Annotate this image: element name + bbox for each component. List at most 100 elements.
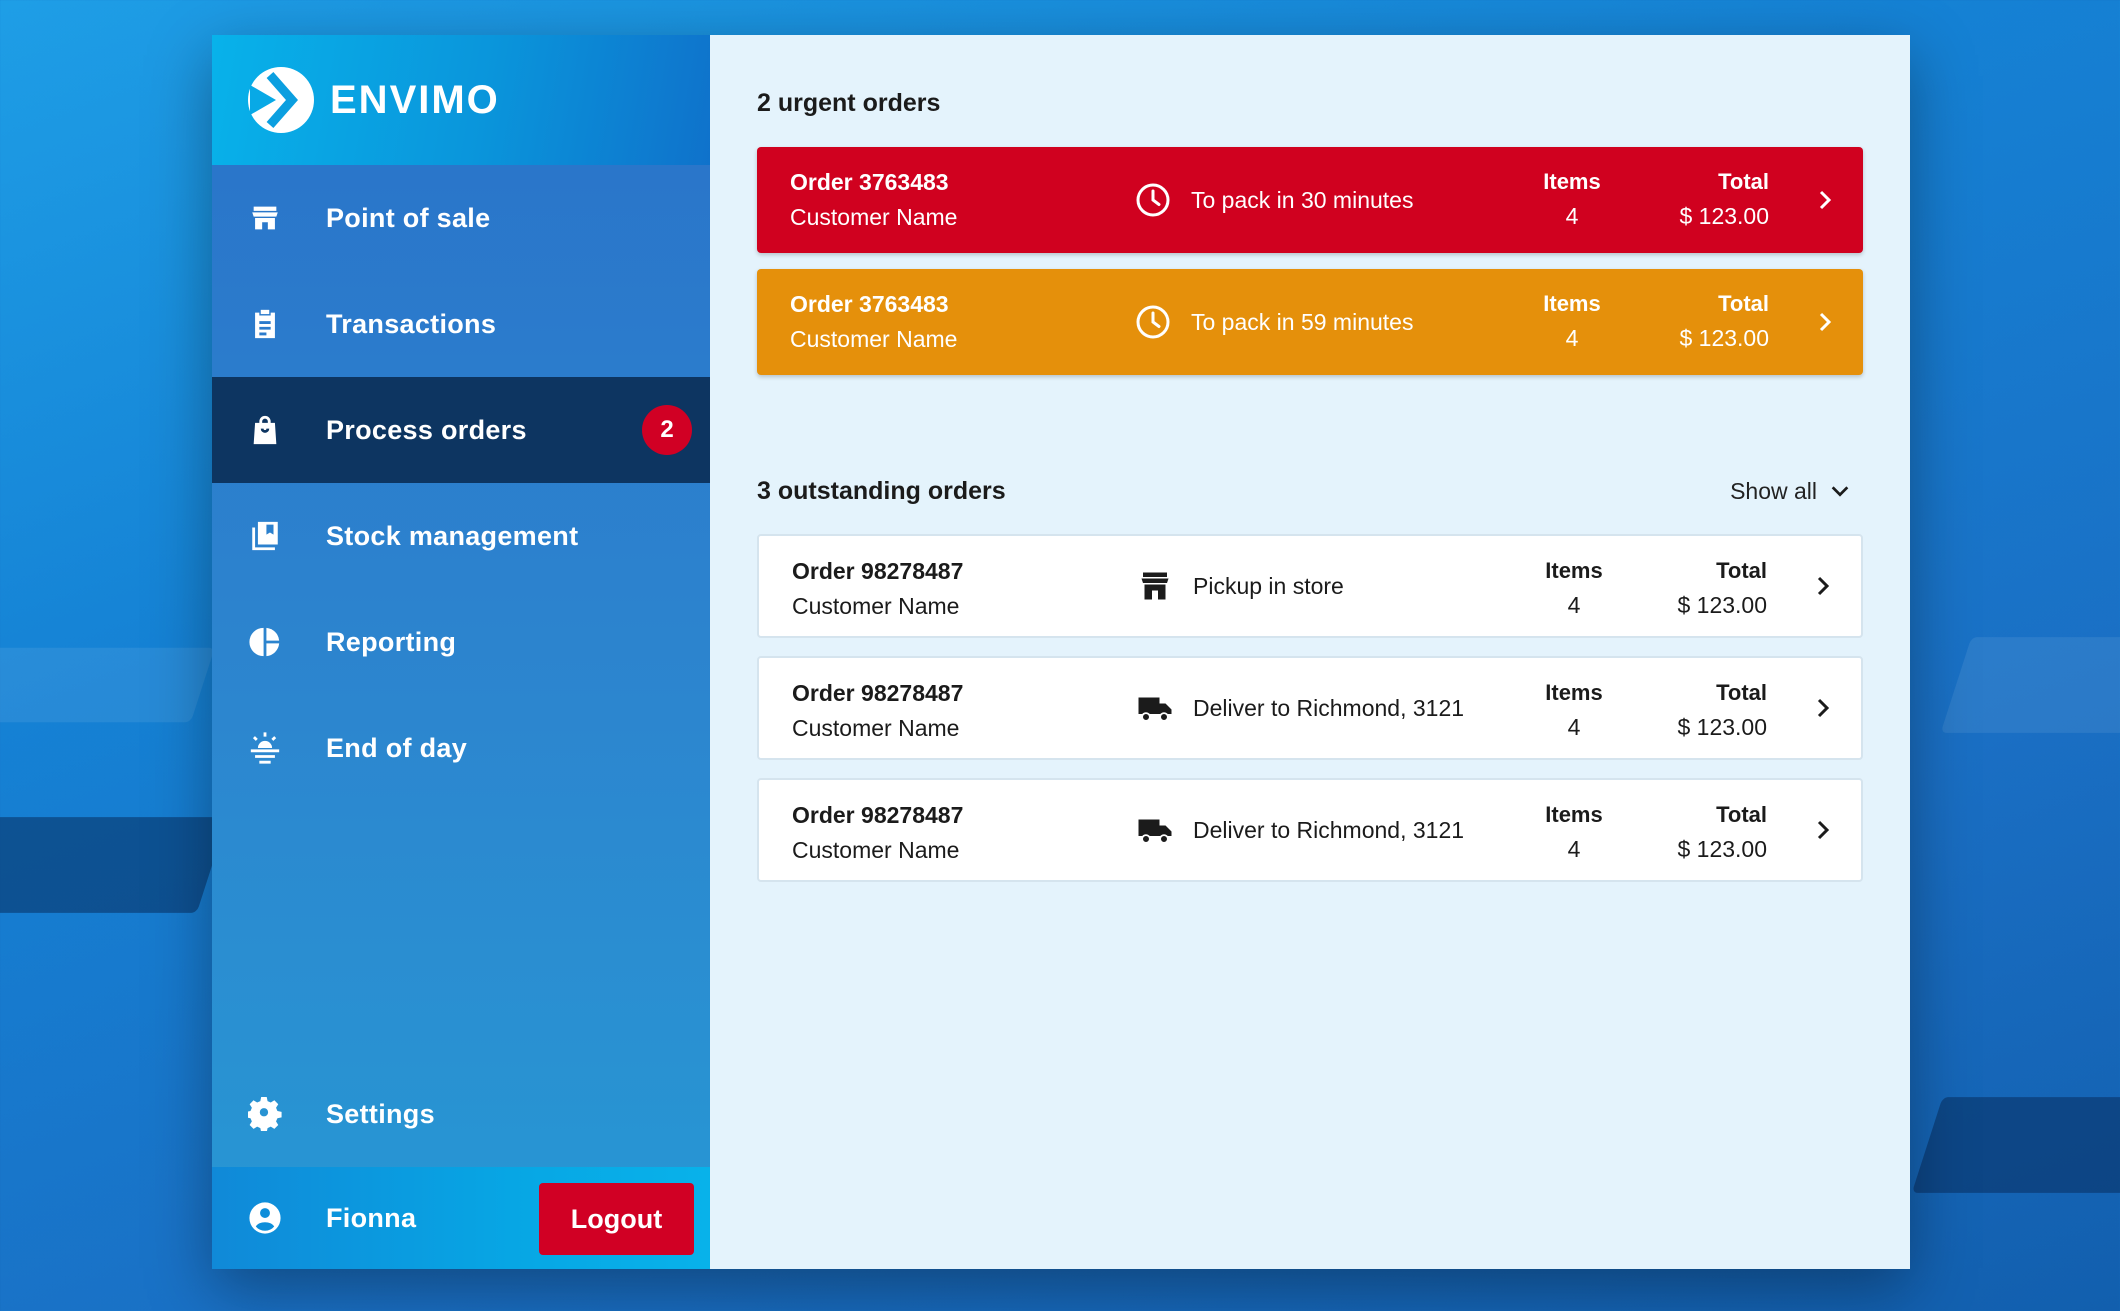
order-status-text: Deliver to Richmond, 3121	[1193, 816, 1465, 843]
truck-icon	[1138, 819, 1172, 844]
envimo-logo-icon	[248, 67, 314, 133]
sidebar-item-label: End of day	[326, 732, 468, 763]
user-name: Fionna	[326, 1202, 417, 1233]
outstanding-orders-title: 3 outstanding orders	[757, 476, 1006, 505]
order-identity: Order 3763483 Customer Name	[790, 169, 957, 231]
order-status: To pack in 59 minutes	[1135, 269, 1413, 375]
order-number: Order 3763483	[790, 291, 949, 317]
sidebar-item-label: Process orders	[326, 414, 527, 445]
sunset-icon	[248, 731, 282, 765]
outstanding-orders-list: Order 98278487 Customer Name Pickup in s…	[757, 534, 1863, 882]
order-items: Items 4	[1539, 680, 1609, 741]
background-panel	[1940, 637, 2120, 733]
background-panel	[0, 647, 215, 723]
total-amount: $ 123.00	[1677, 592, 1767, 618]
order-status-text: To pack in 59 minutes	[1191, 308, 1414, 335]
customer-name: Customer Name	[790, 326, 958, 352]
order-total: Total $ 123.00	[1677, 680, 1767, 741]
items-count: 4	[1565, 203, 1579, 229]
sidebar-item-transactions[interactable]: Transactions	[212, 271, 710, 377]
urgent-orders-header: 2 urgent orders	[757, 83, 1863, 123]
sidebar-item-label: Stock management	[326, 520, 579, 551]
customer-name: Customer Name	[792, 593, 960, 619]
notification-badge: 2	[642, 405, 692, 455]
order-items: Items 4	[1539, 802, 1609, 863]
order-status: Deliver to Richmond, 3121	[1137, 658, 1464, 758]
order-total: Total $ 123.00	[1677, 558, 1767, 619]
total-label: Total	[1716, 680, 1767, 705]
urgent-order-card[interactable]: Order 3763483 Customer Name To pack in 3…	[757, 147, 1863, 253]
sidebar-item-settings[interactable]: Settings	[212, 1061, 710, 1167]
store-icon	[248, 201, 282, 235]
outstanding-order-card[interactable]: Order 98278487 Customer Name Pickup in s…	[757, 534, 1863, 638]
order-number: Order 98278487	[792, 558, 964, 584]
outstanding-orders-header: 3 outstanding orders Show all	[757, 471, 1863, 511]
outstanding-order-card[interactable]: Order 98278487 Customer Name Deliver to …	[757, 778, 1863, 882]
sidebar-item-label: Reporting	[326, 626, 457, 657]
sidebar-nav: Point of sale Transactions Process order…	[212, 165, 710, 1167]
show-all-toggle[interactable]: Show all	[1730, 478, 1851, 505]
shopping-bag-icon	[248, 413, 282, 447]
chevron-right-icon	[1817, 576, 1830, 596]
order-identity: Order 98278487 Customer Name	[792, 558, 963, 620]
app-window: ENVIMO Point of sale Transactions Proces…	[212, 35, 1910, 1269]
customer-name: Customer Name	[790, 204, 958, 230]
chevron-down-icon	[1831, 486, 1849, 497]
sidebar-item-label: Transactions	[326, 308, 497, 339]
order-total: Total $ 123.00	[1679, 169, 1769, 230]
pie-chart-icon	[248, 625, 282, 659]
customer-name: Customer Name	[792, 837, 960, 863]
order-status-text: Deliver to Richmond, 3121	[1193, 694, 1465, 721]
customer-name: Customer Name	[792, 715, 960, 741]
order-total: Total $ 123.00	[1679, 291, 1769, 352]
sidebar-item-point-of-sale[interactable]: Point of sale	[212, 165, 710, 271]
total-label: Total	[1716, 558, 1767, 583]
order-total: Total $ 123.00	[1677, 802, 1767, 863]
outstanding-order-card[interactable]: Order 98278487 Customer Name Deliver to …	[757, 656, 1863, 760]
items-count: 4	[1567, 714, 1581, 740]
sidebar-item-process-orders[interactable]: Process orders 2	[212, 377, 710, 483]
urgent-order-card[interactable]: Order 3763483 Customer Name To pack in 5…	[757, 269, 1863, 375]
brand: ENVIMO	[212, 35, 710, 165]
total-label: Total	[1718, 291, 1769, 316]
urgent-orders-title: 2 urgent orders	[757, 88, 941, 117]
total-label: Total	[1718, 169, 1769, 194]
user-avatar-icon	[248, 1201, 282, 1235]
order-status: Deliver to Richmond, 3121	[1137, 780, 1464, 880]
items-label: Items	[1545, 680, 1603, 705]
items-label: Items	[1545, 558, 1603, 583]
sidebar-item-stock-management[interactable]: Stock management	[212, 483, 710, 589]
clock-icon	[1136, 183, 1170, 217]
truck-icon	[1138, 697, 1172, 722]
items-label: Items	[1545, 802, 1603, 827]
order-number: Order 98278487	[792, 802, 964, 828]
order-status: To pack in 30 minutes	[1135, 147, 1413, 253]
order-number: Order 98278487	[792, 680, 964, 706]
total-amount: $ 123.00	[1679, 203, 1769, 229]
sidebar-item-label: Point of sale	[326, 202, 491, 233]
sidebar: ENVIMO Point of sale Transactions Proces…	[212, 35, 710, 1269]
sidebar-item-end-of-day[interactable]: End of day	[212, 695, 710, 801]
order-number: Order 3763483	[790, 169, 949, 195]
total-label: Total	[1716, 802, 1767, 827]
sidebar-item-reporting[interactable]: Reporting	[212, 589, 710, 695]
user-bar: Fionna Logout	[212, 1167, 710, 1269]
main-content: 2 urgent orders Order 3763483 Customer N…	[710, 35, 1910, 1269]
total-amount: $ 123.00	[1677, 714, 1767, 740]
chevron-right-icon	[1819, 190, 1832, 210]
background-panel	[0, 817, 228, 913]
sidebar-item-label: Settings	[326, 1098, 435, 1129]
logout-button[interactable]: Logout	[539, 1183, 694, 1255]
library-icon	[248, 519, 282, 553]
items-count: 4	[1567, 592, 1581, 618]
store-icon	[1141, 572, 1169, 600]
order-items: Items 4	[1537, 291, 1607, 352]
items-label: Items	[1543, 169, 1601, 194]
gear-icon	[248, 1097, 282, 1131]
items-label: Items	[1543, 291, 1601, 316]
total-amount: $ 123.00	[1679, 325, 1769, 351]
order-identity: Order 98278487 Customer Name	[792, 802, 963, 864]
order-status: Pickup in store	[1137, 536, 1344, 636]
clock-icon	[1136, 305, 1170, 339]
